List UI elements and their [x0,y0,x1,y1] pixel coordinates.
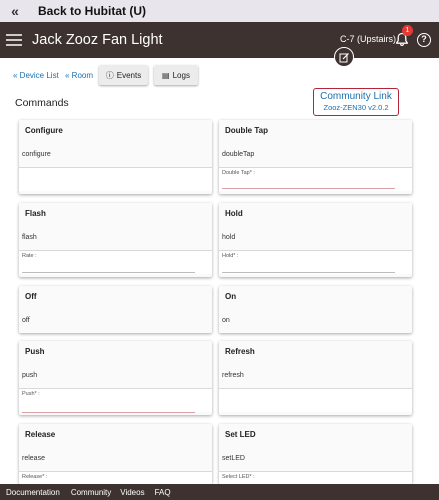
command-card-off[interactable]: Off off [19,286,212,333]
logs-button-label: Logs [172,70,190,80]
command-card-push[interactable]: Push push Push* : [19,341,212,415]
command-card-flash[interactable]: Flash flash Rate : [19,203,212,277]
parameter-label: Select LED* : [222,474,255,480]
command-method: setLED [222,455,245,462]
command-method: configure [22,151,51,158]
command-card-configure[interactable]: Configure configure [19,120,212,194]
community-link-box[interactable]: Community Link Zooz-ZEN30 v2.0.2 [313,88,399,116]
footer-community-link[interactable]: Community [71,488,111,497]
info-icon: ⓘ [105,70,114,80]
command-method: refresh [222,372,244,379]
device-nav-row: « Device List « Room ⓘ Events ▤ Logs [0,64,439,88]
help-icon[interactable]: ? [417,33,431,47]
command-name[interactable]: Refresh [225,347,255,356]
hamburger-menu-icon[interactable] [6,34,22,46]
events-button[interactable]: ⓘ Events [99,65,148,85]
command-name[interactable]: Push [25,347,45,356]
logs-button[interactable]: ▤ Logs [154,65,198,85]
community-link[interactable]: Community Link [314,91,398,102]
double-chevron-left-icon[interactable]: « [0,3,30,19]
back-to-hubitat-bar[interactable]: « Back to Hubitat (U) [0,0,439,22]
command-name[interactable]: Flash [25,209,46,218]
room-link[interactable]: « Room [65,71,93,80]
double-tap-input[interactable] [222,188,395,189]
commands-heading: Commands [15,97,69,109]
footer-bar: Documentation Community Videos FAQ [0,484,439,500]
driver-version: Zooz-ZEN30 v2.0.2 [323,103,389,112]
command-card-release[interactable]: Release release Release* : [19,424,212,484]
command-method: on [222,317,230,324]
command-card-set-led[interactable]: Set LED setLED Select LED* : [219,424,412,484]
parameter-label: Hold* : [222,253,239,259]
hold-input[interactable] [222,272,395,273]
command-method: push [22,372,38,379]
device-list-link[interactable]: « Device List [13,71,59,80]
command-name[interactable]: Configure [25,126,63,135]
command-method: flash [22,234,37,241]
command-name[interactable]: On [225,292,236,301]
command-card-on[interactable]: On on [219,286,412,333]
footer-faq-link[interactable]: FAQ [155,488,171,497]
footer-videos-link[interactable]: Videos [120,488,144,497]
footer-documentation-link[interactable]: Documentation [6,488,60,497]
command-name[interactable]: Hold [225,209,243,218]
parameter-label: Push* : [22,391,40,397]
command-card-refresh[interactable]: Refresh refresh [219,341,412,415]
parameter-label: Rate : [22,253,37,259]
rate-input[interactable] [22,272,195,273]
parameter-label: Release* : [22,474,48,480]
push-input[interactable] [22,412,195,413]
command-name[interactable]: Double Tap [225,126,268,135]
command-method: release [22,455,45,462]
command-method: off [22,317,30,324]
command-name[interactable]: Set LED [225,430,256,439]
notification-count-badge: 1 [402,25,413,36]
command-card-hold[interactable]: Hold hold Hold* : [219,203,412,277]
events-button-label: Events [116,70,142,80]
parameter-label: Double Tap* : [222,170,255,176]
command-card-double-tap[interactable]: Double Tap doubleTap Double Tap* : [219,120,412,194]
document-icon: ▤ [162,70,170,80]
app-header: Jack Zooz Fan Light C-7 (Upstairs) 1 ? [0,22,439,58]
device-title: Jack Zooz Fan Light [32,32,163,48]
back-to-hubitat-label[interactable]: Back to Hubitat (U) [38,4,146,18]
command-name[interactable]: Release [25,430,55,439]
edit-icon [339,52,349,62]
command-method: hold [222,234,236,241]
command-method: doubleTap [222,151,255,158]
command-name[interactable]: Off [25,292,37,301]
hub-name[interactable]: C-7 (Upstairs) [340,34,396,44]
